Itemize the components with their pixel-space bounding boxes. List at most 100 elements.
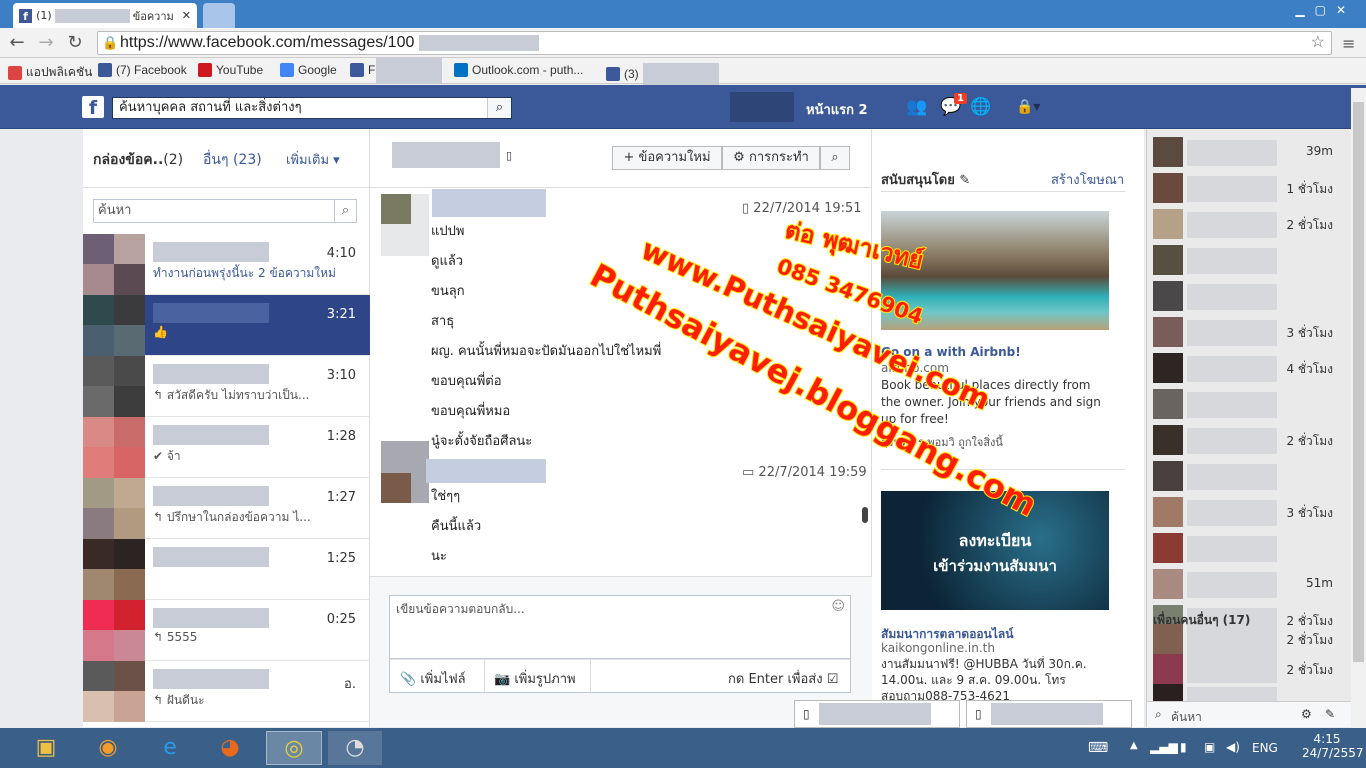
emoji-icon[interactable]: ☺: [831, 599, 845, 614]
scrollbar-thumb[interactable]: [1353, 102, 1364, 662]
chat-friend-row[interactable]: 2 ชั่วโมง: [1153, 206, 1345, 241]
chat-tab[interactable]: ▯: [966, 700, 1132, 728]
new-message-button[interactable]: + ข้อความใหม่: [612, 146, 722, 170]
reply-textarea[interactable]: เขียนข้อความตอบกลับ... ☺: [389, 595, 851, 659]
chat-friend-row[interactable]: 2 ชั่วโมง: [1153, 621, 1345, 654]
signal-icon[interactable]: ▂▄▆: [1150, 740, 1178, 754]
home-link[interactable]: หน้าแรก 2: [806, 99, 868, 120]
bookmark-facebook-2[interactable]: F: [350, 63, 375, 77]
friend-status: 4 ชั่วโมง: [1286, 362, 1333, 376]
message-text: ผญ. คนนั้นพี่หมอจะปัดมันออกไปใช่ไหมพี่: [431, 344, 662, 359]
window-controls[interactable]: ▁▢✕: [1295, 3, 1356, 17]
bookmark-facebook[interactable]: (7) Facebook: [98, 63, 187, 77]
gear-icon[interactable]: ⚙: [1301, 707, 1312, 721]
chat-friend-row[interactable]: 3 ชั่วโมง: [1153, 314, 1345, 349]
keyboard-icon[interactable]: ⌨: [1088, 740, 1108, 756]
search-icon: ⌕: [831, 150, 839, 165]
compose-icon[interactable]: ✎: [1325, 707, 1335, 721]
bookmark-apps[interactable]: แอปพลิเคชัน: [8, 63, 92, 82]
chat-search-bar[interactable]: ⌕ ค้นหา ⚙ ✎: [1147, 701, 1351, 727]
chat-friend-row[interactable]: 2 ชั่วโมง: [1153, 651, 1345, 684]
volume-icon[interactable]: ◀): [1226, 740, 1240, 754]
inbox-title[interactable]: กล่องข้อค..(2): [93, 149, 183, 171]
search-icon[interactable]: ⌕: [487, 98, 511, 118]
battery-icon[interactable]: ▮: [1180, 740, 1187, 754]
more-dropdown[interactable]: เพิ่มเติม ▾: [286, 149, 340, 170]
bookmark-outlook[interactable]: Outlook.com - puth...: [454, 63, 583, 77]
bookmark-youtube[interactable]: YouTube: [198, 63, 263, 77]
thread-row[interactable]: 0:25 ↰ 5555: [83, 600, 370, 661]
thread-row[interactable]: 1:25: [83, 539, 370, 600]
thread-time: 1:28: [326, 429, 356, 444]
reload-icon[interactable]: ↻: [64, 33, 86, 53]
friend-status: 39m: [1306, 144, 1333, 158]
chat-friend-row[interactable]: [1153, 242, 1345, 277]
back-icon[interactable]: ←: [6, 33, 28, 53]
add-photo-button[interactable]: 📷 เพิ่มรูปภาพ: [494, 668, 576, 689]
actions-button[interactable]: ⚙ การกระทำ: [722, 146, 820, 170]
thread-row[interactable]: 1:28 ✔ จ้า: [83, 417, 370, 478]
chat-friend-row[interactable]: 51m: [1153, 566, 1345, 601]
chat-friend-row[interactable]: [1153, 386, 1345, 421]
message-text: ใช่ๆๆ: [431, 489, 461, 504]
chat-friend-row[interactable]: 4 ชั่วโมง: [1153, 350, 1345, 385]
chat-friend-row[interactable]: [1153, 458, 1345, 493]
profile-avatar-redacted[interactable]: [730, 92, 794, 122]
pencil-icon: ✎: [959, 173, 971, 188]
chrome-icon[interactable]: ◎: [266, 731, 322, 765]
browser-tab-active[interactable]: f (1) ข้อความ ✕: [13, 3, 197, 28]
tab-close-icon[interactable]: ✕: [182, 9, 191, 22]
add-file-button[interactable]: 📎 เพิ่มไฟล์: [400, 668, 466, 689]
facebook-logo[interactable]: f: [82, 96, 104, 119]
forward-icon[interactable]: →: [35, 33, 57, 53]
clock[interactable]: 4:15 24/7/2557: [1302, 732, 1364, 760]
menu-icon[interactable]: ≡: [1342, 34, 1355, 53]
thread-row[interactable]: 4:10 ทำงานก่อนพรุ่งนี้นะ 2 ข้อความใหม่: [83, 234, 370, 295]
thread-row[interactable]: 1:27 ↰ ปรึกษาในกล่องข้อความ ไ...: [83, 478, 370, 539]
thread-name-redacted: [153, 486, 269, 506]
facebook-icon: [98, 63, 112, 77]
internet-explorer-icon[interactable]: e: [148, 731, 192, 765]
search-icon[interactable]: ⌕: [334, 200, 356, 222]
chat-friend-row[interactable]: 2 ชั่วโมง: [1153, 422, 1345, 457]
conversation-search-button[interactable]: ⌕: [820, 146, 850, 170]
other-folder-link[interactable]: อื่นๆ (23): [203, 149, 262, 171]
new-tab-button[interactable]: [203, 3, 235, 28]
show-hidden-icons[interactable]: ▲: [1130, 740, 1138, 751]
enter-to-send-toggle[interactable]: กด Enter เพื่อส่ง ☑: [728, 668, 838, 689]
scrollbar-thumb[interactable]: [862, 507, 868, 523]
file-explorer-icon[interactable]: ▣: [24, 731, 68, 765]
page-scrollbar[interactable]: [1351, 88, 1366, 728]
seminar-ad-image[interactable]: ลงทะเบียน เข้าร่วมงานสัมมนา: [881, 491, 1109, 610]
chat-friend-row[interactable]: [1153, 278, 1345, 313]
network-icon[interactable]: ▣: [1204, 740, 1215, 754]
sender-name-redacted: [432, 189, 546, 217]
inbox-search-input[interactable]: ค้นหา ⌕: [93, 199, 357, 223]
bookmark-google[interactable]: Google: [280, 63, 337, 77]
facebook-icon: [350, 63, 364, 77]
facebook-search-input[interactable]: ค้นหาบุคคล สถานที่ และสิ่งต่างๆ ⌕: [112, 97, 512, 119]
chat-tab[interactable]: ▯: [794, 700, 960, 728]
recorder-icon[interactable]: ◔: [328, 731, 382, 765]
star-icon[interactable]: ☆: [1311, 32, 1325, 54]
thread-row[interactable]: 3:21 👍: [83, 295, 370, 356]
firefox-icon[interactable]: ◕: [208, 731, 252, 765]
privacy-shortcuts-icon[interactable]: 🔒▾: [1016, 99, 1040, 115]
language-indicator[interactable]: ENG: [1252, 741, 1278, 755]
paint-icon[interactable]: ◉: [86, 731, 130, 765]
bookmark-facebook-3[interactable]: (3): [606, 63, 719, 85]
chat-friend-row[interactable]: 39m: [1153, 134, 1345, 169]
notifications-globe-icon[interactable]: 🌐: [970, 97, 991, 117]
thread-row[interactable]: 3:10 ↰ สวัสดีครับ ไม่ทราบว่าเป็น...: [83, 356, 370, 417]
thread-avatar: [83, 417, 145, 478]
create-ad-link[interactable]: สร้างโฆษณา: [1051, 169, 1124, 190]
divider: [370, 187, 872, 188]
thread-row[interactable]: อ. ↰ ฝันดีนะ: [83, 661, 370, 722]
url-bar[interactable]: 🔒 https://www.facebook.com/messages/100 …: [97, 31, 1332, 55]
chat-friend-row[interactable]: 3 ชั่วโมง: [1153, 494, 1345, 529]
composer-toolbar: 📎 เพิ่มไฟล์ 📷 เพิ่มรูปภาพ กด Enter เพื่อ…: [389, 659, 851, 694]
chat-friend-row[interactable]: [1153, 530, 1345, 565]
tab-title: ข้อความ: [132, 9, 174, 23]
friend-requests-icon[interactable]: 👥: [906, 97, 927, 117]
chat-friend-row[interactable]: 1 ชั่วโมง: [1153, 170, 1345, 205]
